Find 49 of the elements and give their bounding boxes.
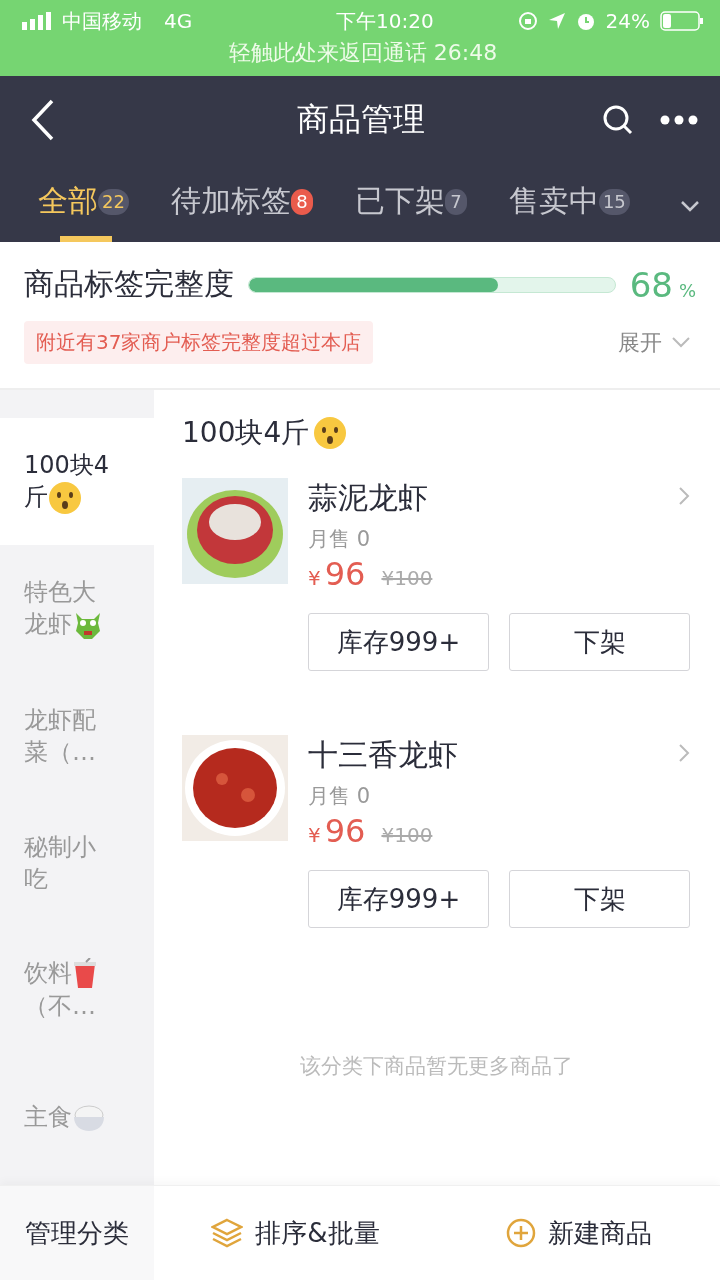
product-name[interactable]: 十三香龙虾 bbox=[308, 735, 690, 776]
category-name: 100块4斤 bbox=[182, 415, 310, 451]
sort-batch-button[interactable]: 排序&批量 bbox=[154, 1186, 437, 1280]
more-icon[interactable] bbox=[660, 115, 698, 125]
rice-bowl-icon bbox=[72, 1102, 106, 1133]
category-tab[interactable]: 已下架 7 bbox=[354, 181, 467, 242]
delist-button[interactable]: 下架 bbox=[509, 613, 690, 671]
manage-categories-button[interactable]: 管理分类 bbox=[0, 1186, 154, 1280]
original-price: ¥100 bbox=[381, 823, 433, 847]
count-badge: 7 bbox=[444, 188, 467, 215]
completeness-title: 商品标签完整度 bbox=[24, 265, 234, 303]
category-tab[interactable]: 待加标签 8 bbox=[170, 181, 313, 242]
product-price: ¥96 bbox=[308, 555, 366, 593]
count-badge: 8 bbox=[290, 188, 313, 215]
count-badge: 15 bbox=[598, 188, 630, 215]
product-price: ¥96 bbox=[308, 812, 366, 850]
back-icon[interactable] bbox=[30, 99, 56, 141]
alarm-clock-icon bbox=[575, 11, 596, 31]
category-tab[interactable]: 全部 22 bbox=[38, 181, 129, 242]
product-name[interactable]: 蒜泥龙虾 bbox=[308, 478, 690, 519]
clock-time: 下午10:20 bbox=[335, 7, 434, 35]
location-arrow-icon bbox=[547, 12, 566, 30]
stock-button[interactable]: 库存999+ bbox=[308, 870, 489, 928]
battery-icon bbox=[660, 11, 704, 31]
page-title: 商品管理 bbox=[296, 99, 426, 140]
stock-button[interactable]: 库存999+ bbox=[308, 613, 489, 671]
monthly-sales: 月售 0 bbox=[308, 783, 372, 810]
surprised-face-icon bbox=[313, 416, 348, 450]
count-badge: 22 bbox=[98, 188, 129, 215]
notice-label: 附近有37家商户标签完整度超过本店 bbox=[24, 321, 374, 364]
expand-button[interactable]: 展开 bbox=[612, 326, 696, 359]
signal-icon bbox=[22, 12, 52, 30]
completeness-percent: 68 % bbox=[629, 264, 696, 305]
plus-circle-icon bbox=[505, 1218, 536, 1248]
battery-percent: 24% bbox=[605, 9, 650, 33]
surprised-face-icon bbox=[48, 480, 82, 515]
sidebar-item[interactable]: 100块4斤 bbox=[0, 418, 154, 545]
carrier-name: 中国移动 bbox=[62, 7, 142, 35]
original-price: ¥100 bbox=[381, 566, 433, 590]
delist-button[interactable]: 下架 bbox=[509, 870, 690, 928]
new-product-button[interactable]: 新建商品 bbox=[437, 1186, 720, 1280]
search-icon[interactable] bbox=[602, 104, 634, 136]
category-tab[interactable]: 售卖中 15 bbox=[508, 181, 630, 242]
rotation-lock-icon bbox=[517, 11, 538, 31]
layers-icon bbox=[211, 1218, 244, 1248]
drink-cup-icon bbox=[72, 958, 98, 990]
network-type: 4G bbox=[164, 9, 193, 33]
monthly-sales: 月售 0 bbox=[308, 526, 372, 553]
empty-note: 该分类下商品暂无更多商品了 bbox=[298, 1053, 574, 1080]
